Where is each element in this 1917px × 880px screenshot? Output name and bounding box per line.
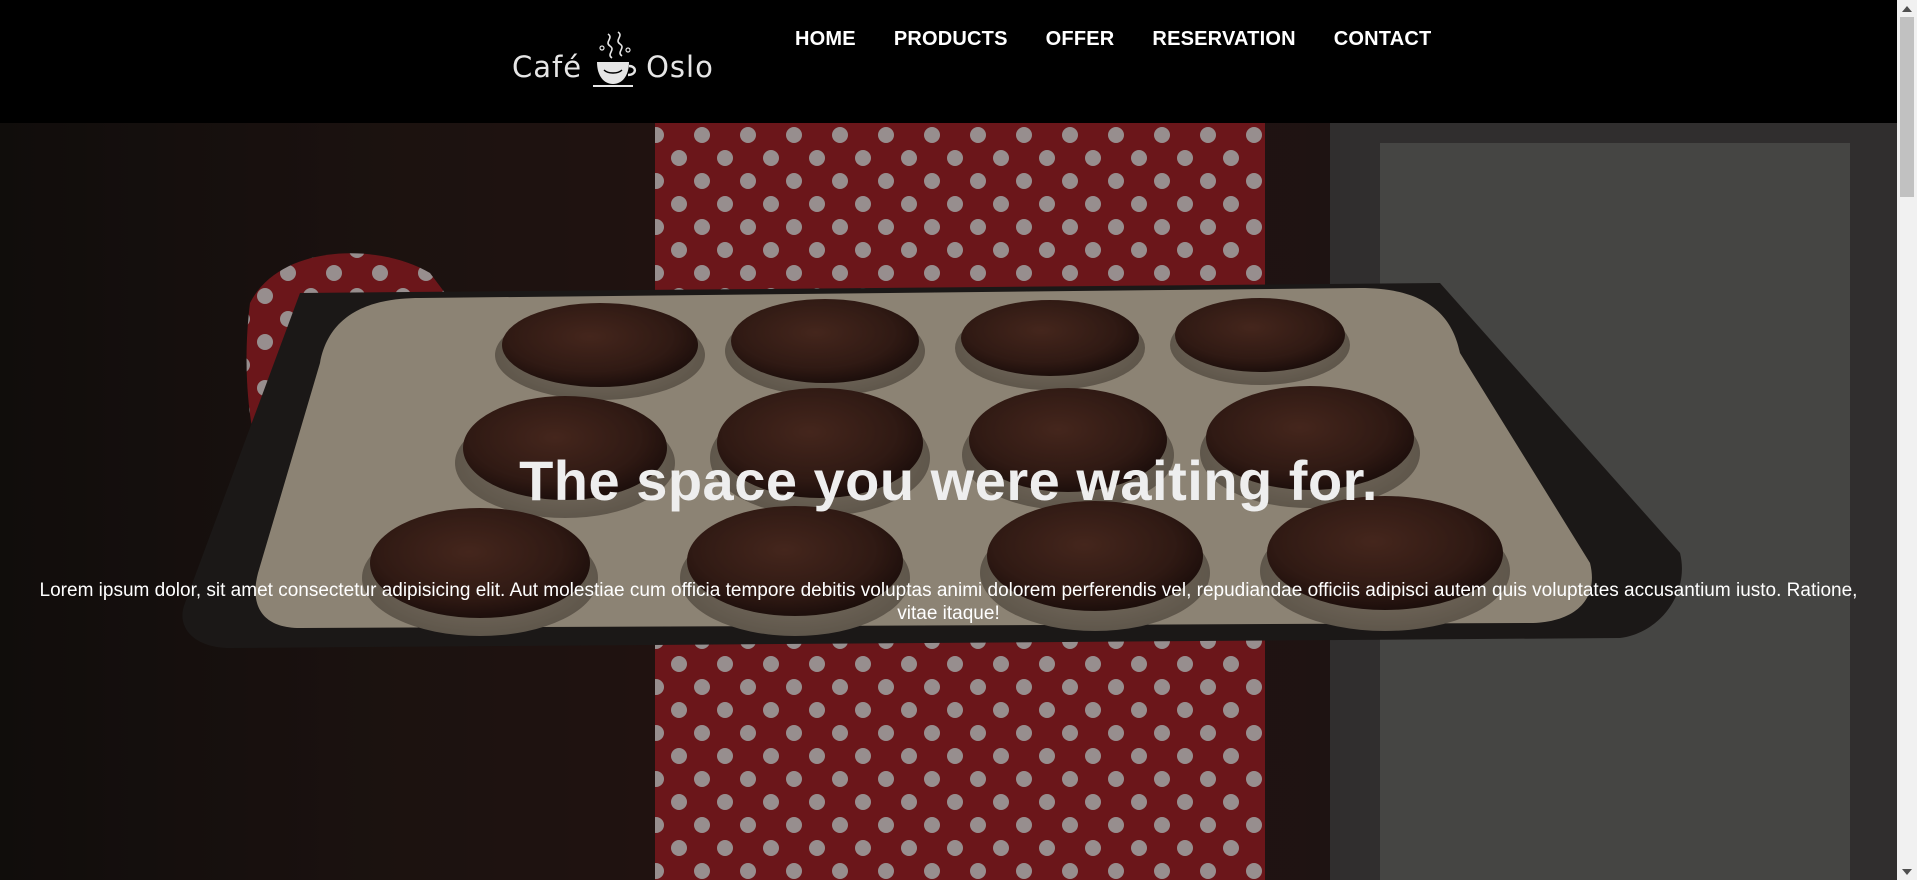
- nav-reservation[interactable]: RESERVATION: [1152, 28, 1295, 51]
- nav-offer[interactable]: OFFER: [1046, 28, 1115, 51]
- hero-section: The space you were waiting for. Lorem ip…: [0, 123, 1897, 880]
- scrollbar-thumb[interactable]: [1900, 17, 1914, 197]
- nav-contact[interactable]: CONTACT: [1334, 28, 1432, 51]
- nav-products[interactable]: PRODUCTS: [894, 28, 1008, 51]
- logo-word-cafe: Café: [512, 50, 583, 84]
- main-nav: HOME PRODUCTS OFFER RESERVATION CONTACT: [795, 28, 1431, 51]
- logo[interactable]: Café Oslo: [512, 26, 718, 88]
- top-navbar: Café Oslo HOME PRODUCTS OFFER RESERVATIO…: [0, 0, 1897, 123]
- nav-home[interactable]: HOME: [795, 28, 856, 51]
- hero-description: Lorem ipsum dolor, sit amet consectetur …: [39, 580, 1858, 624]
- hero-title: The space you were waiting for.: [519, 449, 1378, 512]
- logo-word-oslo: Oslo: [646, 50, 714, 84]
- coffee-cup-icon: [593, 31, 637, 87]
- scroll-down-arrow-icon[interactable]: [1897, 863, 1917, 880]
- scroll-up-arrow-icon[interactable]: [1897, 0, 1917, 17]
- vertical-scrollbar[interactable]: [1897, 0, 1917, 880]
